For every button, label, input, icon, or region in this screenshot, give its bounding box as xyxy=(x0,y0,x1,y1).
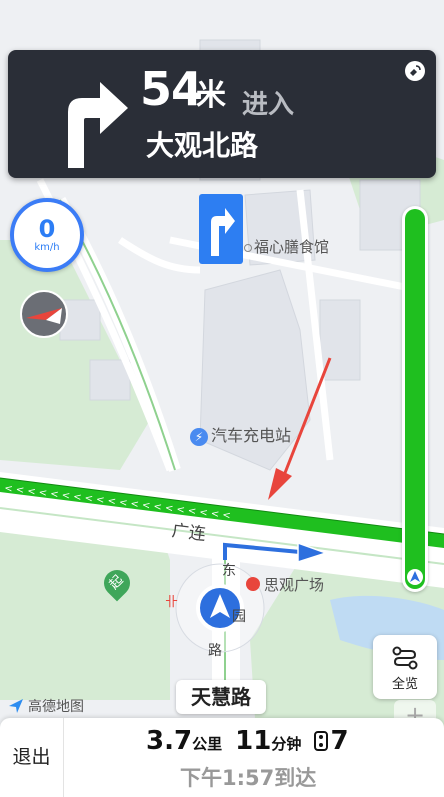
logo-text: 高德地图 xyxy=(28,699,84,715)
route-progress-bar xyxy=(402,206,428,592)
poi-canteen-label[interactable]: 福心膳食馆 xyxy=(244,236,329,257)
remaining-distance-unit: 公里 xyxy=(192,735,223,753)
charging-station-icon: ⚡ xyxy=(190,428,208,446)
lane-turn-right-icon xyxy=(211,208,235,256)
speedometer: 0 km/h xyxy=(10,198,84,272)
speed-value: 0 xyxy=(38,215,56,243)
route-overview-icon xyxy=(392,646,418,670)
turn-right-arrow-icon xyxy=(68,82,128,168)
turn-instruction-banner[interactable]: 54 米 进入 大观北路 xyxy=(8,50,436,178)
voice-broadcast-icon[interactable] xyxy=(404,60,426,82)
car-position-icon xyxy=(407,569,423,585)
turn-distance-unit: 米 xyxy=(196,78,226,113)
poi-charging-label[interactable]: ⚡ 汽车充电站 xyxy=(190,422,291,446)
trip-info-bar: 退出 3.7公里 11分钟 7 下午1:57到达 xyxy=(0,718,444,797)
turn-distance-value: 54 xyxy=(140,62,203,116)
lane-guidance-sign xyxy=(199,194,243,264)
remaining-distance: 3.7 xyxy=(146,726,193,756)
compass-icon[interactable] xyxy=(20,290,68,338)
trip-summary[interactable]: 3.7公里 11分钟 7 xyxy=(146,726,349,756)
amap-logo-icon xyxy=(9,699,23,713)
remaining-time-unit: 分钟 xyxy=(271,735,302,753)
exit-navigation-button[interactable]: 退出 xyxy=(0,718,64,797)
route-progress-fill xyxy=(405,209,425,589)
road-east-label-3: 路 xyxy=(208,643,222,659)
svg-text:卝: 卝 xyxy=(165,595,178,610)
turn-action: 进入 xyxy=(242,90,295,120)
overview-label: 全览 xyxy=(391,677,418,692)
traffic-light-count: 7 xyxy=(330,726,349,756)
road-east-label-2: 园 xyxy=(232,609,246,625)
amap-logo: 高德地图 xyxy=(8,696,84,716)
poi-plaza-label[interactable]: 思观广场 xyxy=(246,574,324,595)
traffic-light-icon xyxy=(314,731,329,751)
plaza-pin-icon xyxy=(246,577,260,591)
arrival-time: 下午1:57到达 xyxy=(180,766,317,790)
next-road-name: 大观北路 xyxy=(146,129,259,162)
overview-button[interactable]: 全览 xyxy=(373,635,437,699)
remaining-time: 11 xyxy=(235,726,272,756)
road-east-label-1: 东 xyxy=(222,563,236,579)
poi-canteen-icon xyxy=(244,244,252,252)
speed-unit: km/h xyxy=(34,242,60,253)
road-main-label: 广连 xyxy=(170,520,207,545)
current-street-label: 天慧路 xyxy=(176,680,266,714)
